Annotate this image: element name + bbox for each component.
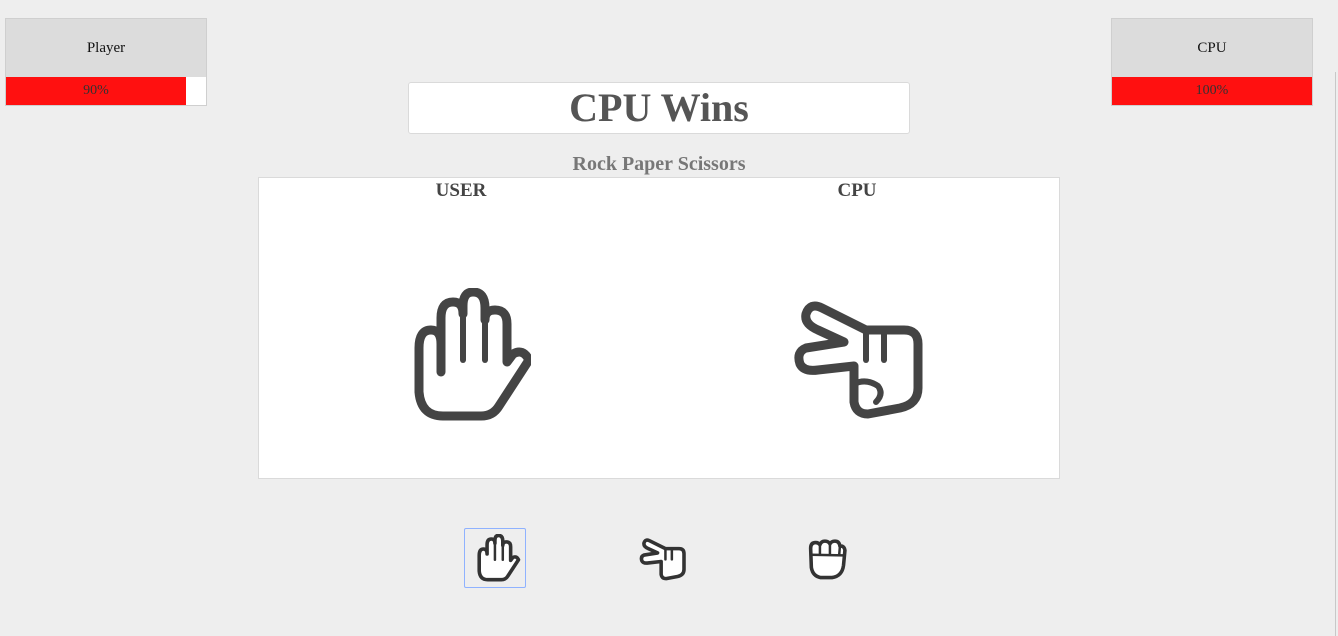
paper-choice-button[interactable]: [464, 528, 526, 588]
cpu-label: CPU: [837, 180, 877, 201]
rock-fist-icon: [808, 539, 847, 580]
scissors-choice-button[interactable]: [632, 528, 694, 588]
battle-arena: USER CPU: [258, 177, 1060, 479]
player-health-bar: 90%: [6, 77, 206, 105]
game-title: Rock Paper Scissors: [572, 153, 746, 175]
cpu-name: CPU: [1197, 40, 1227, 56]
scissors-hand-icon: [639, 538, 686, 581]
cpu-health-percent: 100%: [1195, 83, 1229, 98]
paper-hand-icon: [414, 288, 531, 421]
cpu-scoreboard: CPU 100%: [1111, 18, 1313, 106]
scissors-hand-icon: [794, 301, 923, 419]
player-health-percent: 90%: [83, 83, 109, 98]
user-label: USER: [435, 180, 487, 201]
player-name: Player: [86, 40, 126, 56]
result-banner: CPU Wins: [408, 82, 910, 134]
player-scoreboard: Player 90%: [5, 18, 207, 106]
paper-hand-icon: [477, 534, 521, 582]
page-scrollbar-edge: [1335, 72, 1336, 636]
cpu-health-bar: 100%: [1112, 77, 1312, 105]
rock-choice-button[interactable]: [794, 528, 856, 588]
